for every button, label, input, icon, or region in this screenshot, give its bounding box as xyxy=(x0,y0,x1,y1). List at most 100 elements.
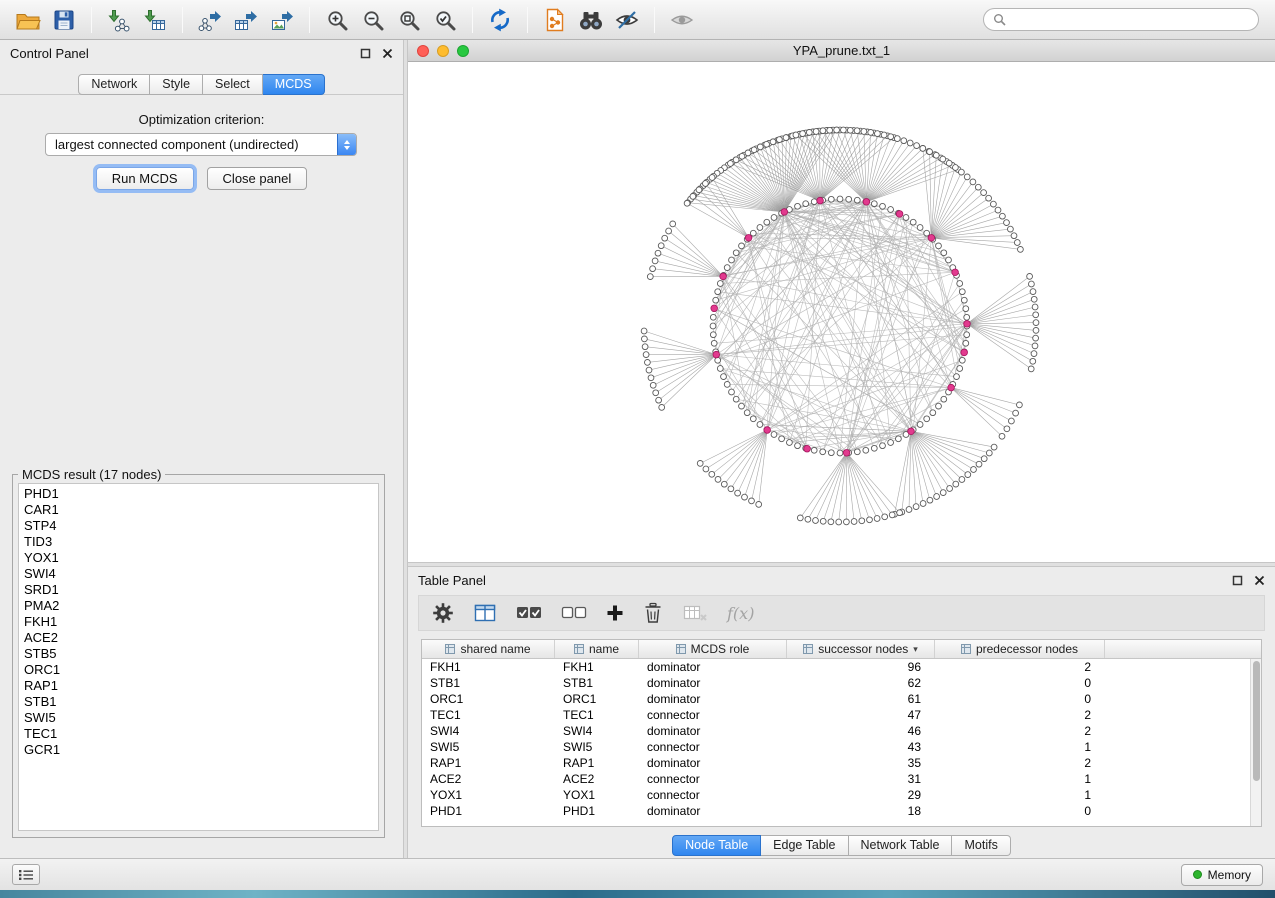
tab-edge-table[interactable]: Edge Table xyxy=(761,835,848,856)
result-item[interactable]: PHD1 xyxy=(19,486,378,502)
search-icon xyxy=(993,13,1006,26)
scrollbar-thumb[interactable] xyxy=(1253,661,1260,781)
column-attribute-icon xyxy=(574,644,584,654)
column-header-predecessor-nodes[interactable]: predecessor nodes xyxy=(935,640,1105,658)
window-minimize-button[interactable] xyxy=(437,45,449,57)
zoom-in-button[interactable] xyxy=(319,4,355,36)
tab-network-table[interactable]: Network Table xyxy=(849,835,953,856)
export-table-button[interactable] xyxy=(228,4,264,36)
table-scrollbar[interactable] xyxy=(1250,659,1261,826)
network-window-titlebar[interactable]: YPA_prune.txt_1 xyxy=(408,40,1275,62)
table-row[interactable]: SWI4SWI4dominator462 xyxy=(422,723,1250,739)
tab-mcds[interactable]: MCDS xyxy=(263,74,325,95)
search-network-button[interactable] xyxy=(573,4,609,36)
import-network-button[interactable] xyxy=(101,4,137,36)
float-panel-icon[interactable] xyxy=(1232,575,1243,586)
folder-open-icon xyxy=(15,8,41,32)
column-header-successor-nodes[interactable]: successor nodes▾ xyxy=(787,640,935,658)
close-panel-button[interactable]: Close panel xyxy=(207,167,308,190)
table-row[interactable]: ORC1ORC1dominator610 xyxy=(422,691,1250,707)
column-header-shared-name[interactable]: shared name xyxy=(422,640,555,658)
result-item[interactable]: STP4 xyxy=(19,518,378,534)
tab-network[interactable]: Network xyxy=(78,74,150,95)
result-item[interactable]: YOX1 xyxy=(19,550,378,566)
network-canvas[interactable] xyxy=(408,62,1275,562)
column-header-name[interactable]: name xyxy=(555,640,639,658)
table-body: FKH1FKH1dominator962STB1STB1dominator620… xyxy=(422,659,1250,826)
optimization-criterion-label: Optimization criterion: xyxy=(0,112,403,127)
zoom-selected-button[interactable] xyxy=(427,4,463,36)
table-panel: Table Panel xyxy=(408,567,1275,858)
add-column-button[interactable] xyxy=(606,604,624,622)
table-row[interactable]: RAP1RAP1dominator352 xyxy=(422,755,1250,771)
memory-status-dot xyxy=(1193,870,1202,879)
search-input[interactable] xyxy=(1012,13,1249,27)
cell-successor-nodes: 61 xyxy=(787,691,935,707)
table-row[interactable]: YOX1YOX1connector291 xyxy=(422,787,1250,803)
result-item[interactable]: CAR1 xyxy=(19,502,378,518)
result-item[interactable]: PMA2 xyxy=(19,598,378,614)
window-close-button[interactable] xyxy=(417,45,429,57)
close-panel-icon[interactable] xyxy=(382,48,393,59)
table-row[interactable]: STB1STB1dominator620 xyxy=(422,675,1250,691)
table-settings-button[interactable] xyxy=(432,602,454,624)
run-mcds-button[interactable]: Run MCDS xyxy=(96,167,194,190)
tab-style[interactable]: Style xyxy=(150,74,203,95)
result-item[interactable]: SWI4 xyxy=(19,566,378,582)
cell-MCDS-role: dominator xyxy=(639,691,787,707)
show-columns-button[interactable] xyxy=(473,603,497,623)
result-item[interactable]: TID3 xyxy=(19,534,378,550)
table-row[interactable]: FKH1FKH1dominator962 xyxy=(422,659,1250,675)
memory-button[interactable]: Memory xyxy=(1181,864,1263,886)
function-builder-button[interactable]: f(x) xyxy=(727,604,754,623)
table-row[interactable]: SWI5SWI5connector431 xyxy=(422,739,1250,755)
zoom-out-button[interactable] xyxy=(355,4,391,36)
zoom-fit-button[interactable] xyxy=(391,4,427,36)
float-panel-icon[interactable] xyxy=(360,48,371,59)
result-item[interactable]: ORC1 xyxy=(19,662,378,678)
save-session-button[interactable] xyxy=(46,4,82,36)
criterion-select[interactable]: largest connected component (undirected) xyxy=(45,133,357,156)
main-toolbar xyxy=(0,0,1275,40)
refresh-button[interactable] xyxy=(482,4,518,36)
right-area: YPA_prune.txt_1 Table Panel xyxy=(408,40,1275,858)
cell-shared-name: ORC1 xyxy=(422,691,555,707)
mcds-result-list[interactable]: PHD1CAR1STP4TID3YOX1SWI4SRD1PMA2FKH1ACE2… xyxy=(18,483,379,831)
result-item[interactable]: SWI5 xyxy=(19,710,378,726)
export-image-button[interactable] xyxy=(264,4,300,36)
result-item[interactable]: SRD1 xyxy=(19,582,378,598)
cell-MCDS-role: dominator xyxy=(639,675,787,691)
panel-toggle-button[interactable] xyxy=(12,864,40,885)
table-row[interactable]: TEC1TEC1connector472 xyxy=(422,707,1250,723)
result-item[interactable]: TEC1 xyxy=(19,726,378,742)
result-item[interactable]: ACE2 xyxy=(19,630,378,646)
table-row[interactable]: ACE2ACE2connector311 xyxy=(422,771,1250,787)
delete-table-button[interactable] xyxy=(682,603,708,623)
export-network-button[interactable] xyxy=(192,4,228,36)
share-document-button[interactable] xyxy=(537,4,573,36)
import-table-button[interactable] xyxy=(137,4,173,36)
result-item[interactable]: GCR1 xyxy=(19,742,378,758)
column-header-MCDS-role[interactable]: MCDS role xyxy=(639,640,787,658)
open-file-button[interactable] xyxy=(10,4,46,36)
result-item[interactable]: FKH1 xyxy=(19,614,378,630)
window-zoom-button[interactable] xyxy=(457,45,469,57)
table-row[interactable]: PHD1PHD1dominator180 xyxy=(422,803,1250,819)
deselect-all-button[interactable] xyxy=(561,605,587,621)
hide-details-button[interactable] xyxy=(609,4,645,36)
show-graphics-details-button[interactable] xyxy=(664,4,700,36)
result-item[interactable]: STB5 xyxy=(19,646,378,662)
select-all-button[interactable] xyxy=(516,605,542,621)
delete-column-button[interactable] xyxy=(643,602,663,624)
result-item[interactable]: STB1 xyxy=(19,694,378,710)
cell-predecessor-nodes: 1 xyxy=(935,787,1105,803)
close-panel-icon[interactable] xyxy=(1254,575,1265,586)
toolbar-separator xyxy=(309,7,310,33)
tab-select[interactable]: Select xyxy=(203,74,263,95)
export-network-icon xyxy=(197,8,223,32)
result-item[interactable]: RAP1 xyxy=(19,678,378,694)
tab-motifs[interactable]: Motifs xyxy=(952,835,1010,856)
toolbar-separator xyxy=(472,7,473,33)
tab-node-table[interactable]: Node Table xyxy=(672,835,761,856)
search-box[interactable] xyxy=(983,8,1259,31)
